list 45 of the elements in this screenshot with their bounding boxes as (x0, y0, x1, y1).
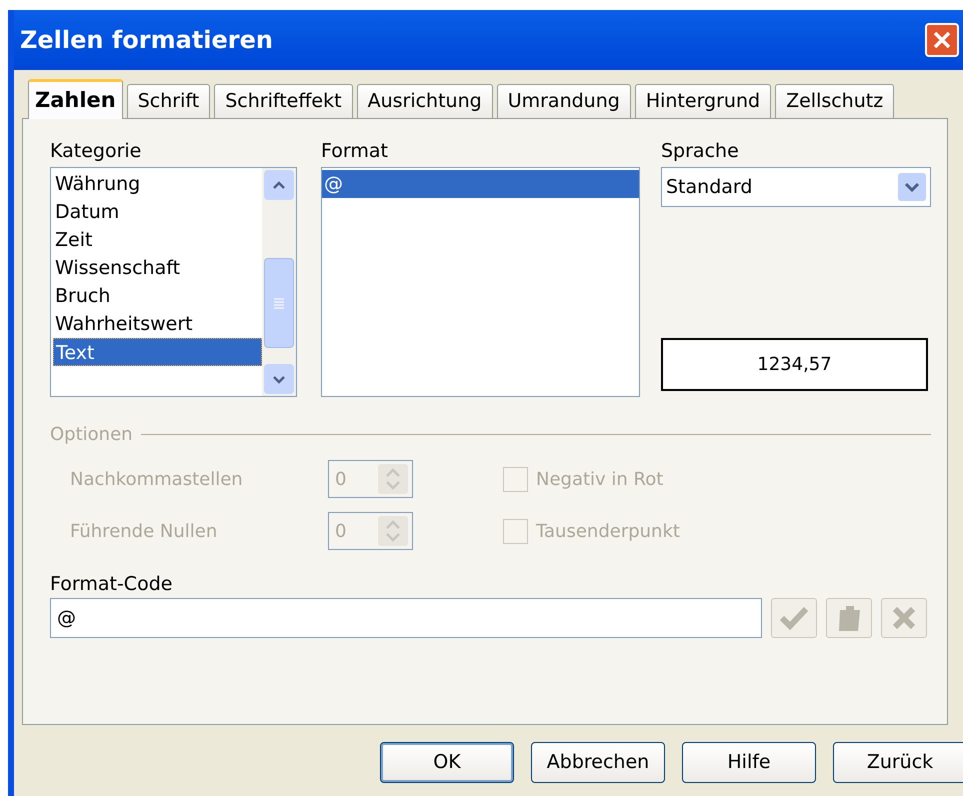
scrollbar[interactable] (262, 168, 296, 396)
chevron-down-icon (272, 374, 286, 384)
checkbox-label: Tausenderpunkt (536, 520, 680, 544)
list-item[interactable]: Wahrheitswert (53, 310, 262, 338)
scroll-thumb[interactable] (264, 258, 294, 348)
tab[interactable]: Zahlen (28, 79, 123, 119)
format-label: Format (321, 139, 389, 164)
dialog-button[interactable]: OK (380, 742, 514, 783)
dialog-button[interactable]: Hilfe (682, 742, 816, 783)
format-code-label: Format-Code (50, 572, 174, 597)
list-item[interactable]: Wissenschaft (53, 254, 262, 282)
option-label: Führende Nullen (70, 520, 218, 544)
language-label: Sprache (661, 139, 740, 164)
list-item[interactable]: Datum (53, 198, 262, 226)
close-icon (932, 30, 952, 50)
format-code-field[interactable]: @ (50, 598, 762, 638)
grip-icon (274, 297, 284, 309)
preview-box: 1234,57 (661, 338, 928, 391)
language-dropdown[interactable]: Standard (661, 167, 931, 207)
tab[interactable]: Zellschutz (775, 84, 894, 118)
tab[interactable]: Schrifteffekt (214, 84, 353, 118)
scroll-down-button[interactable] (264, 364, 294, 394)
dialog-button[interactable]: Zurück (833, 742, 963, 783)
tab[interactable]: Hintergrund (634, 84, 772, 118)
chevron-up-icon (272, 180, 286, 190)
scroll-up-button[interactable] (264, 170, 294, 200)
spin-arrows-icon (378, 516, 408, 546)
tab[interactable]: Ausrichtung (356, 84, 493, 118)
checkmark-icon (779, 605, 809, 631)
tab[interactable]: Umrandung (496, 84, 631, 118)
dialog-button[interactable]: Abbrechen (531, 742, 665, 783)
list-item[interactable]: Text (53, 338, 262, 366)
options-heading: Optionen (50, 423, 133, 447)
window-title: Zellen formatieren (20, 25, 273, 56)
option-label: Nachkommastellen (70, 468, 244, 492)
spin-arrows-icon (378, 464, 408, 494)
list-item[interactable]: Bruch (53, 282, 262, 310)
checkbox-label: Negativ in Rot (536, 468, 664, 492)
list-item[interactable]: Zeit (53, 226, 262, 254)
list-item[interactable]: Währung (53, 170, 262, 198)
category-label: Kategorie (50, 139, 142, 164)
list-item[interactable]: @ (322, 170, 639, 198)
delete-icon (891, 605, 917, 631)
close-button[interactable] (925, 23, 959, 57)
tab[interactable]: Schrift (126, 84, 210, 118)
